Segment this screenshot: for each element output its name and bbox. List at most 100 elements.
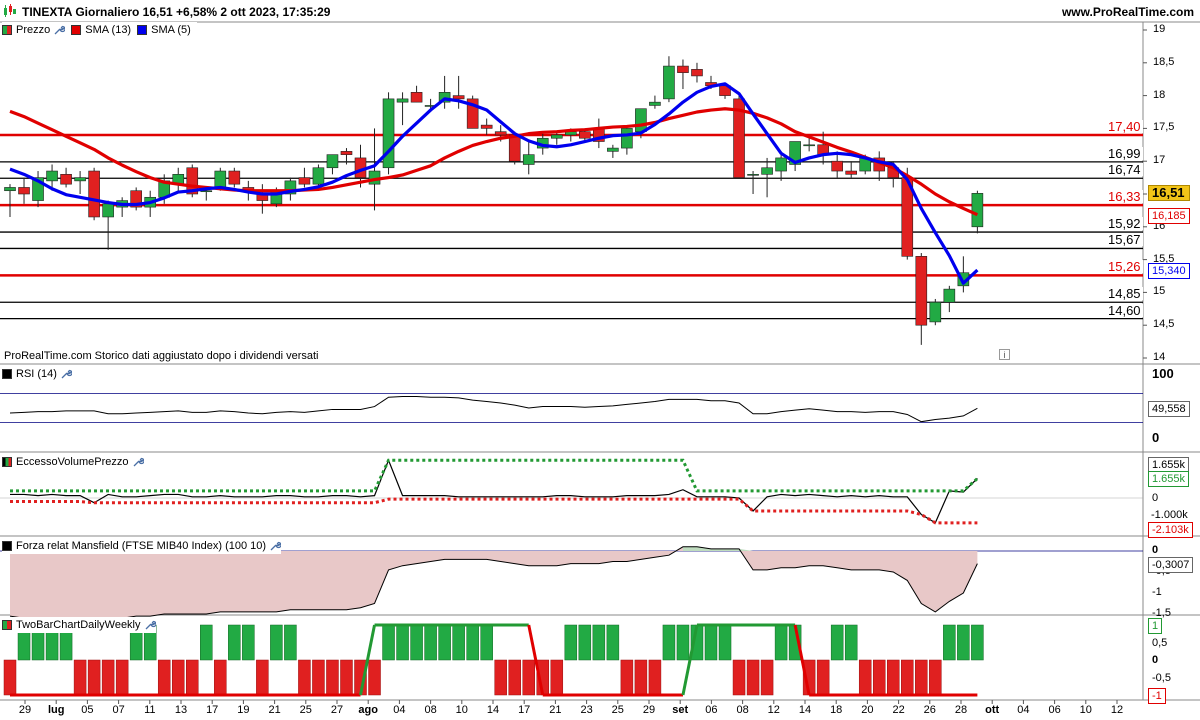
candle-body[interactable] — [943, 288, 956, 303]
candle-body[interactable] — [340, 151, 353, 155]
candle-body[interactable] — [18, 187, 30, 195]
twobar-daily-bar[interactable] — [718, 624, 732, 661]
twobar-daily-bar[interactable] — [214, 659, 227, 696]
twobar-daily-bar[interactable] — [915, 659, 928, 696]
twobar-daily-bar[interactable] — [242, 624, 255, 661]
twobar-daily-bar[interactable] — [957, 624, 970, 661]
candle-body[interactable] — [775, 157, 787, 172]
rsi-line[interactable] — [9, 395, 978, 423]
twobar-daily-bar[interactable] — [115, 659, 129, 696]
candle-body[interactable] — [46, 170, 58, 182]
candle-body[interactable] — [60, 174, 72, 185]
legend-item-sma5[interactable]: SMA (5) — [137, 24, 191, 36]
twobar-daily-bar[interactable] — [606, 624, 620, 661]
twobar-daily-bar[interactable] — [620, 659, 634, 696]
twobar-daily-bar[interactable] — [858, 659, 872, 696]
wrench-icon[interactable] — [132, 456, 144, 468]
candle-body[interactable] — [845, 170, 858, 175]
twobar-legend[interactable]: TwoBarChartDailyWeekly — [2, 617, 156, 633]
twobar-daily-bar[interactable] — [256, 659, 269, 696]
twobar-daily-bar[interactable] — [662, 624, 676, 661]
twobar-daily-bar[interactable] — [732, 659, 746, 696]
sma5-line[interactable] — [9, 82, 979, 285]
twobar-daily-bar[interactable] — [676, 624, 690, 661]
twobar-daily-bar[interactable] — [704, 624, 718, 661]
twobar-daily-bar[interactable] — [494, 659, 507, 696]
candle-body[interactable] — [74, 177, 86, 182]
candle-body[interactable] — [831, 160, 843, 172]
twobar-daily-bar[interactable] — [368, 659, 381, 696]
candle-body[interactable] — [747, 174, 759, 176]
twobar-daily-bar[interactable] — [466, 624, 479, 661]
volume-legend[interactable]: EccessoVolumePrezzo — [2, 454, 144, 470]
twobar-daily-bar[interactable] — [592, 624, 606, 661]
candle-body[interactable] — [635, 108, 647, 132]
candle-body[interactable] — [691, 69, 703, 77]
twobar-daily-bar[interactable] — [200, 624, 213, 661]
wrench-icon[interactable] — [53, 24, 66, 36]
twobar-daily-bar[interactable] — [564, 624, 578, 661]
candle-body[interactable] — [452, 95, 465, 100]
candle-body[interactable] — [214, 170, 227, 188]
twobar-daily-bar[interactable] — [971, 624, 984, 661]
legend-item-price[interactable]: Prezzo — [2, 24, 66, 36]
twobar-daily-bar[interactable] — [522, 659, 535, 696]
twobar-daily-bar[interactable] — [901, 659, 914, 696]
twobar-daily-bar[interactable] — [382, 624, 395, 661]
candle-body[interactable] — [298, 177, 311, 185]
candle-body[interactable] — [550, 134, 563, 139]
candle-body[interactable] — [4, 187, 16, 192]
candle-body[interactable] — [621, 128, 633, 149]
twobar-daily-bar[interactable] — [943, 624, 956, 661]
candle-body[interactable] — [803, 144, 815, 147]
candle-body[interactable] — [607, 147, 619, 152]
twobar-daily-bar[interactable] — [774, 624, 788, 661]
candle-body[interactable] — [102, 203, 114, 218]
twobar-daily-bar[interactable] — [101, 659, 115, 696]
twobar-daily-bar[interactable] — [816, 659, 830, 696]
twobar-daily-bar[interactable] — [228, 624, 241, 661]
candle-body[interactable] — [915, 256, 928, 326]
candle-body[interactable] — [326, 154, 339, 169]
twobar-daily-bar[interactable] — [760, 659, 774, 696]
wrench-icon[interactable] — [60, 368, 72, 380]
twobar-daily-bar[interactable] — [410, 624, 423, 661]
candle-body[interactable] — [663, 65, 675, 100]
rsi-legend[interactable]: RSI (14) — [2, 366, 72, 382]
candle-body[interactable] — [312, 167, 325, 185]
twobar-daily-bar[interactable] — [438, 624, 451, 661]
candle-body[interactable] — [396, 98, 409, 103]
candle-body[interactable] — [929, 301, 942, 323]
candle-body[interactable] — [522, 154, 535, 165]
twobar-daily-bar[interactable] — [550, 659, 564, 696]
legend-item-sma13[interactable]: SMA (13) — [71, 24, 131, 36]
twobar-daily-bar[interactable] — [634, 659, 648, 696]
candle-body[interactable] — [677, 65, 689, 73]
twobar-daily-bar[interactable] — [508, 659, 521, 696]
candle-body[interactable] — [579, 131, 591, 139]
twobar-daily-bar[interactable] — [3, 659, 17, 696]
twobar-daily-bar[interactable] — [326, 659, 339, 696]
candle-body[interactable] — [410, 92, 423, 103]
info-icon[interactable]: i — [999, 349, 1010, 360]
twobar-daily-bar[interactable] — [452, 624, 465, 661]
twobar-daily-bar[interactable] — [298, 659, 311, 696]
volume-lower-dotted[interactable] — [10, 497, 978, 525]
candle-body[interactable] — [494, 131, 507, 136]
candle-body[interactable] — [649, 101, 661, 106]
volume-upper-dotted[interactable] — [10, 458, 979, 493]
wrench-icon[interactable] — [269, 540, 282, 552]
twobar-daily-bar[interactable] — [270, 624, 283, 661]
candle-body[interactable] — [761, 167, 773, 175]
candle-body[interactable] — [480, 124, 493, 129]
twobar-daily-bar[interactable] — [186, 659, 199, 696]
twobar-daily-bar[interactable] — [872, 659, 886, 696]
candle-body[interactable] — [88, 170, 100, 218]
twobar-daily-bar[interactable] — [929, 659, 942, 696]
twobar-daily-bar[interactable] — [830, 624, 844, 661]
twobar-daily-bar[interactable] — [340, 659, 353, 696]
twobar-daily-bar[interactable] — [396, 624, 409, 661]
twobar-daily-bar[interactable] — [887, 659, 900, 696]
twobar-daily-bar[interactable] — [73, 659, 87, 696]
twobar-daily-bar[interactable] — [480, 624, 493, 661]
